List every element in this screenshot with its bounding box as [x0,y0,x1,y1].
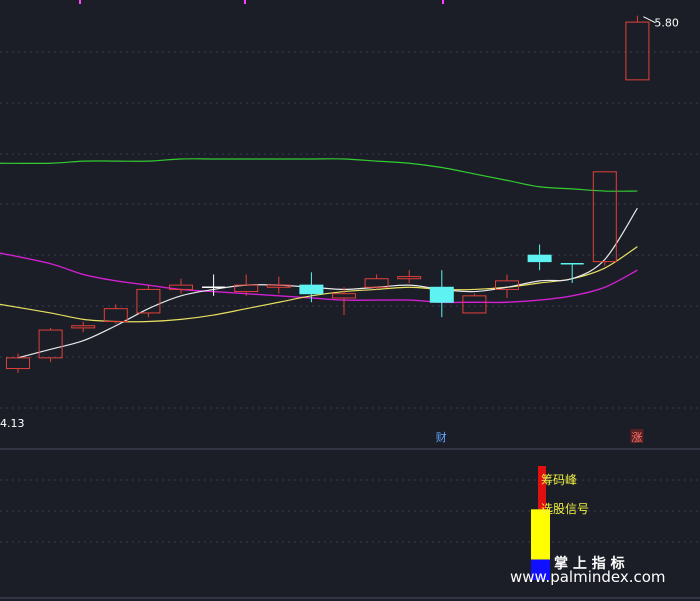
marker-label-1: 涨 [631,431,642,444]
candle-18 [592,171,617,266]
candle-body [71,325,96,329]
candle-body [364,278,389,288]
candlestick-series [6,15,650,373]
candle-body [429,286,454,303]
candle-body [136,288,161,314]
ma-green-line [0,158,638,192]
high-price-label: 5.80 [654,17,679,30]
low-price-label: 4.13 [0,417,25,430]
indicator-label-0: 筹码峰 [541,473,577,487]
candle-body [38,329,63,359]
grid-lines [0,0,700,599]
candle-body [6,357,30,370]
indicator-label-1: 选股信号 [541,502,589,516]
candle-12 [397,270,422,283]
chart-canvas: 4.135.80财涨 筹码峰选股信号 掌 上 指 标 www.palmindex… [0,0,700,599]
candle-14 [462,293,487,314]
candle-body [527,254,552,263]
price-annotations: 4.13 5.80 财 涨 [0,16,679,444]
candle-body [103,308,128,322]
candle-19 [625,15,650,81]
candle-5 [169,278,193,294]
candle-11 [364,274,389,290]
candle-body [299,284,324,295]
candle-0 [6,353,30,373]
candle-8 [266,276,291,294]
marker-label-0: 财 [436,430,447,444]
candle-body [332,293,356,299]
watermark-url: www.palmindex.com [510,568,666,586]
candle-body [625,21,650,81]
candle-body [397,276,422,280]
candle-body [462,295,487,314]
candle-body [266,284,291,288]
candle-2 [71,321,96,333]
candle-13 [429,270,454,318]
candle-16 [527,244,552,271]
